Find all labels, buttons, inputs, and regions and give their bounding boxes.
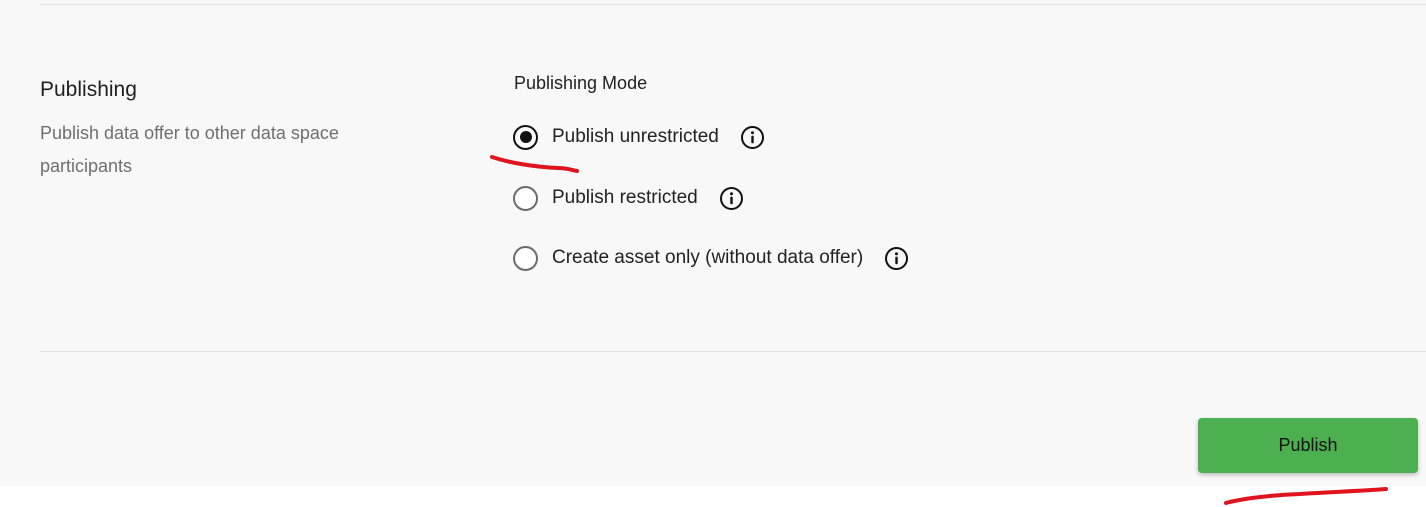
publish-button[interactable]: Publish (1198, 418, 1418, 473)
section-description: Publish data offer to other data space p… (40, 123, 339, 176)
option-publish-restricted[interactable]: Publish restricted (513, 183, 744, 213)
option-create-asset-only[interactable]: Create asset only (without data offer) (513, 243, 909, 273)
annotation-underline-publish (1224, 487, 1388, 505)
option-label: Publish unrestricted (552, 126, 719, 147)
section-title: Publishing (40, 78, 137, 101)
radio-button[interactable] (513, 185, 538, 211)
page: Publishing Publish data offer to other d… (0, 0, 1426, 507)
info-icon[interactable] (884, 246, 909, 271)
option-label: Publish restricted (552, 187, 698, 208)
top-divider (40, 4, 1426, 5)
radio-button-selected[interactable] (513, 124, 538, 150)
publishing-panel: Publishing Publish data offer to other d… (0, 0, 1426, 486)
publishing-mode-label: Publishing Mode (514, 73, 648, 93)
info-icon[interactable] (719, 186, 744, 211)
radio-button[interactable] (513, 245, 538, 271)
option-label: Create asset only (without data offer) (552, 247, 864, 268)
option-publish-unrestricted[interactable]: Publish unrestricted (513, 122, 765, 152)
info-icon[interactable] (740, 125, 765, 150)
bottom-divider (40, 351, 1426, 352)
